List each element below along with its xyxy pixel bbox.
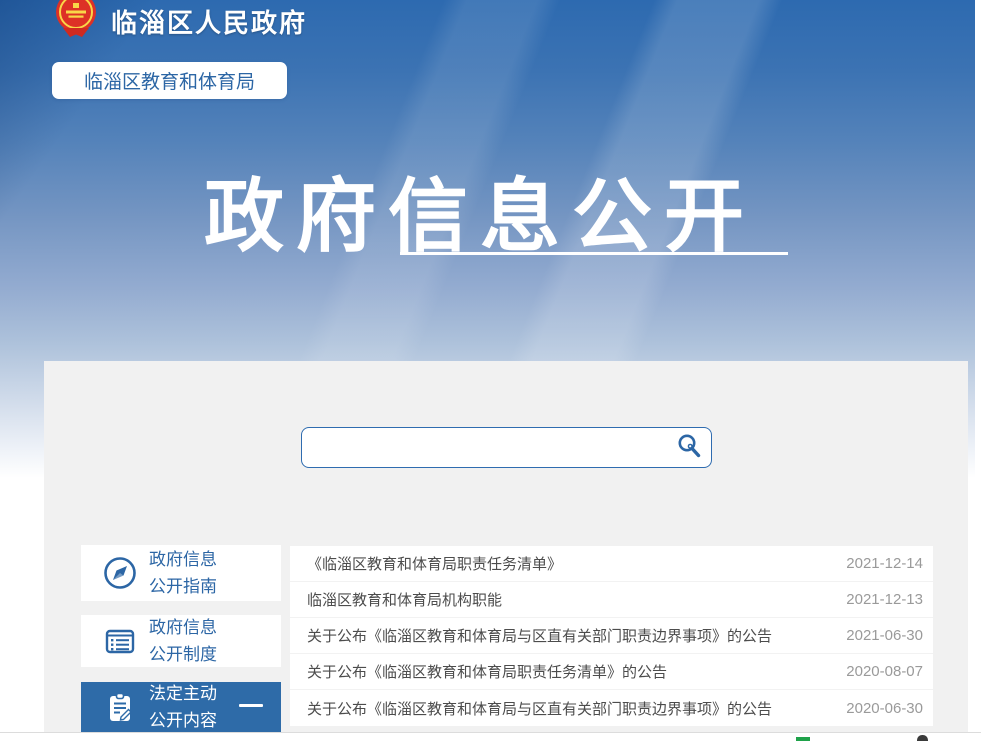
sidebar-item-label: 政府信息 公开指南 (149, 546, 217, 600)
page: 临淄区人民政府 临淄区教育和体育局 政府信息公开 (0, 0, 981, 741)
article-title[interactable]: 《临淄区教育和体育局职责任务清单》 (307, 553, 562, 574)
page-title: 政府信息公开 (170, 152, 790, 268)
gov-name: 临淄区人民政府 (111, 3, 307, 40)
article-title[interactable]: 关于公布《临淄区教育和体育局职责任务清单》的公告 (307, 661, 667, 682)
partial-glyph (917, 735, 928, 741)
article-title[interactable]: 关于公布《临淄区教育和体育局与区直有关部门职责边界事项》的公告 (307, 698, 772, 719)
article-row[interactable]: 《临淄区教育和体育局职责任务清单》 2021-12-14 (290, 546, 933, 582)
minus-icon[interactable] (239, 704, 263, 707)
search-input[interactable] (302, 428, 667, 467)
article-date: 2021-06-30 (846, 627, 923, 644)
green-indicator-partial (796, 737, 810, 741)
sidebar-item-guide[interactable]: 政府信息 公开指南 (81, 545, 281, 601)
article-row[interactable]: 关于公布《临淄区教育和体育局与区直有关部门职责边界事项》的公告 2021-06-… (290, 618, 933, 654)
compass-icon (101, 554, 139, 592)
article-row[interactable]: 临淄区教育和体育局机构职能 2021-12-13 (290, 582, 933, 618)
article-row[interactable]: 关于公布《临淄区教育和体育局职责任务清单》的公告 2020-08-07 (290, 654, 933, 690)
bottom-divider (0, 732, 981, 733)
article-row[interactable]: 关于公布《临淄区教育和体育局与区直有关部门职责边界事项》的公告 2020-06-… (290, 690, 933, 726)
search-box (301, 427, 712, 468)
article-date: 2021-12-14 (846, 555, 923, 572)
search-icon (675, 432, 703, 463)
article-date: 2020-06-30 (846, 700, 923, 717)
article-date: 2021-12-13 (846, 591, 923, 608)
title-underline (400, 252, 788, 255)
article-date: 2020-08-07 (846, 663, 923, 680)
national-emblem-icon (53, 0, 99, 41)
sidebar-item-label: 法定主动 公开内容 (149, 680, 217, 734)
article-title[interactable]: 临淄区教育和体育局机构职能 (307, 589, 502, 610)
article-list: 《临淄区教育和体育局职责任务清单》 2021-12-14 临淄区教育和体育局机构… (290, 546, 933, 726)
dept-tab-button[interactable]: 临淄区教育和体育局 (52, 62, 287, 99)
sidebar-item-label: 政府信息 公开制度 (149, 614, 217, 668)
rules-document-icon (101, 622, 139, 660)
sidebar-item-content[interactable]: 法定主动 公开内容 (81, 682, 281, 732)
search-button[interactable] (667, 428, 711, 467)
article-title[interactable]: 关于公布《临淄区教育和体育局与区直有关部门职责边界事项》的公告 (307, 625, 772, 646)
site-brand[interactable]: 临淄区人民政府 (53, 0, 307, 46)
sidebar-item-rules[interactable]: 政府信息 公开制度 (81, 615, 281, 667)
clipboard-pen-icon (101, 688, 139, 726)
